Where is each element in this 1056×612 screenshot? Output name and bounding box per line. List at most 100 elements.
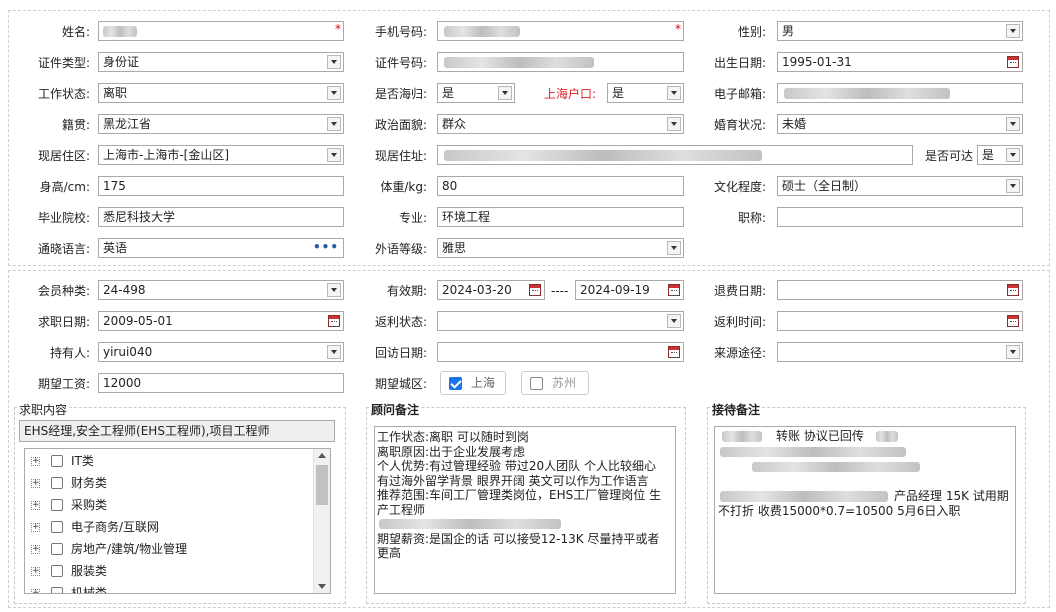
source-select[interactable] [777, 342, 1023, 362]
mobile-field[interactable]: * [437, 21, 684, 41]
hukou-label: 上海户口: [543, 87, 596, 101]
calendar-icon[interactable] [1007, 315, 1019, 327]
expand-icon[interactable]: + [31, 479, 40, 488]
holder-label: 持有人: [49, 346, 90, 360]
chevron-down-icon[interactable] [327, 86, 341, 100]
work-status-label: 工作状态: [37, 87, 90, 101]
foreign-level-select[interactable]: 雅思 [437, 238, 684, 258]
validity-start-value: 2024-03-20 [442, 283, 512, 297]
calendar-icon[interactable] [1007, 284, 1019, 296]
weight-value: 80 [442, 179, 458, 193]
politics-select[interactable]: 群众 [437, 114, 684, 134]
chevron-down-icon[interactable] [327, 345, 341, 359]
advisor-note-line: 个人优势:有过管理经验 带过20人团队 个人比较细心 [377, 459, 656, 473]
chevron-down-icon[interactable] [327, 148, 341, 162]
education-select[interactable]: 硕士（全日制） [777, 176, 1023, 196]
expand-icon[interactable]: + [31, 457, 40, 466]
validity-start-field[interactable]: 2024-03-20 [437, 280, 545, 300]
validity-label: 有效期: [386, 284, 427, 298]
scrollbar-thumb[interactable] [316, 465, 328, 505]
advisor-notes-textarea[interactable]: 工作状态:离职 可以随时到岗 离职原因:出于企业发展考虑 个人优势:有过管理经验 带… [374, 426, 676, 594]
checkbox-icon[interactable] [530, 377, 543, 390]
city-option-label: 苏州 [552, 376, 577, 390]
major-field[interactable]: 环境工程 [437, 207, 684, 227]
expand-icon[interactable]: + [31, 589, 40, 593]
expand-icon[interactable]: + [31, 545, 40, 554]
chevron-down-icon[interactable] [667, 86, 681, 100]
chevron-down-icon[interactable] [1006, 345, 1020, 359]
job-category-tree[interactable]: + IT类 + 财务类 + 采购类 + 电子商务/互联网 + 房地产/建筑/物业管理 + 服装类 + 机械… [24, 448, 331, 594]
checkbox-icon[interactable] [51, 455, 63, 467]
weight-field[interactable]: 80 [437, 176, 684, 196]
birth-date-field[interactable]: 1995-01-31 [777, 52, 1023, 72]
scroll-down-icon[interactable] [318, 584, 326, 589]
marital-label: 婚育状况: [713, 118, 766, 132]
name-field[interactable]: * [98, 21, 344, 41]
more-icon[interactable]: ••• [313, 239, 339, 256]
validity-end-field[interactable]: 2024-09-19 [575, 280, 684, 300]
advisor-notes-title: 顾问备注 [369, 401, 422, 418]
checkbox-icon[interactable] [51, 543, 63, 555]
checkbox-icon[interactable] [51, 477, 63, 489]
work-status-select[interactable]: 离职 [98, 83, 344, 103]
hukou-select[interactable]: 是 [607, 83, 684, 103]
checkbox-icon[interactable] [51, 565, 63, 577]
address-field[interactable] [437, 145, 913, 165]
chevron-down-icon[interactable] [1006, 148, 1020, 162]
scroll-up-icon[interactable] [318, 453, 326, 458]
language-field[interactable]: 英语 ••• [98, 238, 344, 258]
email-field[interactable] [777, 83, 1023, 103]
member-type-select[interactable]: 24-498 [98, 280, 344, 300]
job-date-field[interactable]: 2009-05-01 [98, 311, 344, 331]
job-title-field[interactable] [777, 207, 1023, 227]
checkbox-checked-icon[interactable] [449, 377, 462, 390]
checkbox-icon[interactable] [51, 521, 63, 533]
refund-date-field[interactable] [777, 280, 1023, 300]
chevron-down-icon[interactable] [327, 283, 341, 297]
id-type-value: 身份证 [103, 55, 140, 69]
checkbox-icon[interactable] [51, 499, 63, 511]
gender-select[interactable]: 男 [777, 21, 1023, 41]
calendar-icon[interactable] [328, 315, 340, 327]
calendar-icon[interactable] [668, 346, 680, 358]
height-field[interactable]: 175 [98, 176, 344, 196]
chevron-down-icon[interactable] [327, 117, 341, 131]
calendar-icon[interactable] [668, 284, 680, 296]
chevron-down-icon[interactable] [1006, 117, 1020, 131]
scrollbar[interactable] [313, 449, 330, 593]
advisor-note-line: 期望薪资:是国企的话 可以接受12-13K 尽量持平或者 [377, 531, 660, 546]
expand-icon[interactable]: + [31, 567, 40, 576]
school-field[interactable]: 悉尼科技大学 [98, 207, 344, 227]
chevron-down-icon[interactable] [667, 241, 681, 255]
chevron-down-icon[interactable] [667, 314, 681, 328]
expand-icon[interactable]: + [31, 523, 40, 532]
chevron-down-icon[interactable] [667, 117, 681, 131]
returnee-select[interactable]: 是 [437, 83, 515, 103]
chevron-down-icon[interactable] [498, 86, 512, 100]
rebate-status-label: 返利状态: [374, 315, 427, 329]
chevron-down-icon[interactable] [1006, 24, 1020, 38]
chevron-down-icon[interactable] [327, 55, 341, 69]
residence-area-value: 上海市-上海市-[金山区] [103, 148, 230, 162]
salary-field[interactable]: 12000 [98, 373, 344, 393]
marital-select[interactable]: 未婚 [777, 114, 1023, 134]
calendar-icon[interactable] [529, 284, 541, 296]
holder-select[interactable]: yirui040 [98, 342, 344, 362]
calendar-icon[interactable] [1007, 56, 1019, 68]
chevron-down-icon[interactable] [1006, 179, 1020, 193]
checkbox-icon[interactable] [51, 587, 63, 593]
expand-icon[interactable]: + [31, 501, 40, 510]
rebate-time-field[interactable] [777, 311, 1023, 331]
reception-notes-textarea[interactable]: 转账 协议已回传 产品经理 15K 试用期 不打折 收费15000*0.7=10… [714, 426, 1016, 594]
native-place-select[interactable]: 黑龙江省 [98, 114, 344, 134]
id-type-select[interactable]: 身份证 [98, 52, 344, 72]
id-number-field[interactable] [437, 52, 684, 72]
city-option-suzhou[interactable]: 苏州 [521, 371, 589, 395]
rebate-status-select[interactable] [437, 311, 684, 331]
reachable-select[interactable]: 是 [977, 145, 1023, 165]
visit-date-field[interactable] [437, 342, 684, 362]
advisor-note-line [377, 517, 673, 532]
residence-area-select[interactable]: 上海市-上海市-[金山区] [98, 145, 344, 165]
reception-line-1: 转账 协议已回传 [776, 429, 864, 443]
city-option-shanghai[interactable]: 上海 [440, 371, 506, 395]
